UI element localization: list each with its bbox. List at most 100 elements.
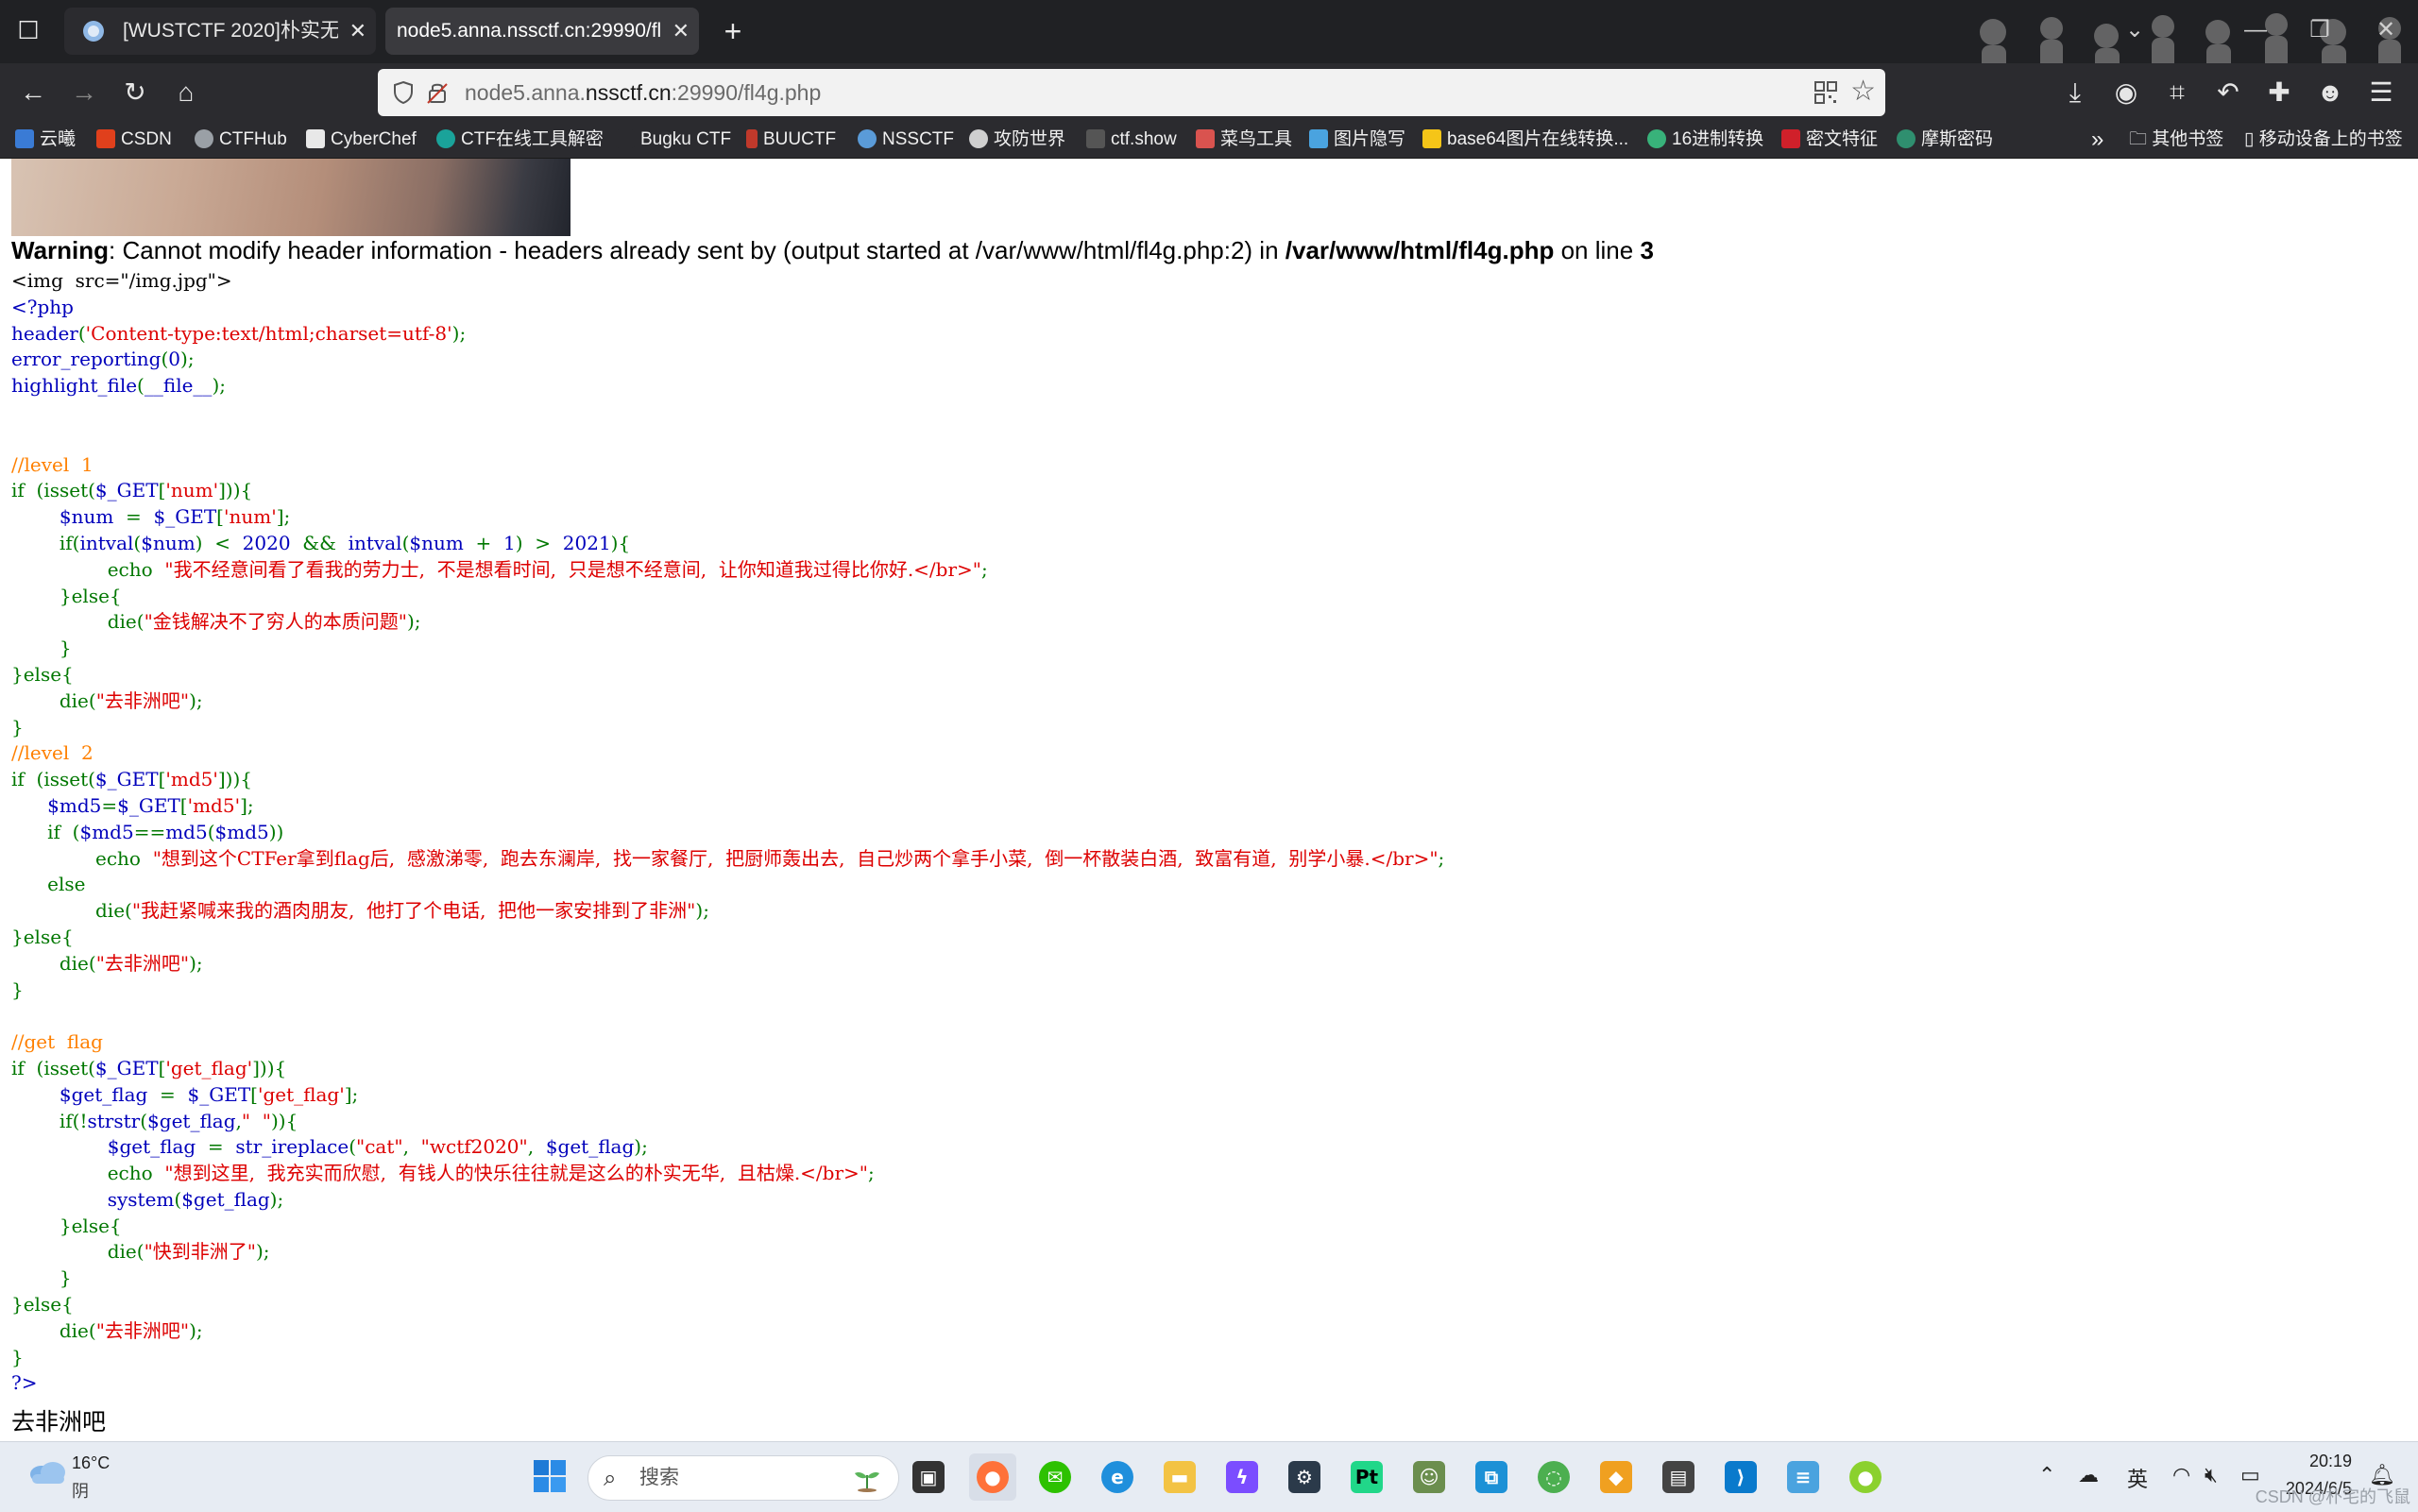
insecure-lock-icon[interactable] [425, 80, 450, 105]
new-tab-button[interactable]: + [714, 13, 752, 51]
restore-icon[interactable]: ❐ [2301, 13, 2339, 47]
gear-icon: ⚙ [1288, 1461, 1320, 1493]
bookmark-yunxi[interactable]: 云曦 [15, 122, 76, 158]
warning-label: Warning [11, 236, 110, 264]
bookmark-runoob[interactable]: 菜鸟工具 [1196, 122, 1292, 158]
wifi-icon[interactable]: ◠ [2172, 1463, 2190, 1487]
bookmark-base64[interactable]: base64图片在线转换... [1422, 122, 1628, 158]
bookmark-label: CSDN [121, 129, 172, 149]
bookmark-csdn[interactable]: CSDN [96, 122, 172, 158]
folder-icon: ▬ [1164, 1461, 1196, 1493]
forward-arrow-icon[interactable]: → [64, 73, 104, 112]
minimize-icon[interactable]: — [2237, 13, 2274, 47]
bookmark-label: CTF在线工具解密 [461, 129, 604, 149]
weather-condition: 阴 [72, 1482, 89, 1501]
bookmark-bugku[interactable]: Bugku CTF [616, 122, 731, 158]
folder-icon: 🗀 [2129, 129, 2153, 149]
bookmark-label: CTFHub [219, 129, 287, 149]
taskbar-edge[interactable]: e [1094, 1453, 1141, 1501]
ctfshow-favicon-icon [1086, 129, 1105, 148]
tab-fl4g[interactable]: node5.anna.nssctf.cn:29990/fl4g.php ✕ [385, 8, 699, 55]
bookmark-hex[interactable]: 16进制转换 [1647, 122, 1763, 158]
taskbar-app-purple[interactable]: ϟ [1218, 1453, 1266, 1501]
vmware-icon: ⧉ [1475, 1461, 1507, 1493]
bookmark-morse[interactable]: 摩斯密码 [1897, 122, 1993, 158]
bookmark-nssctf[interactable]: NSSCTF [858, 122, 954, 158]
taskbar-settings[interactable]: ⚙ [1281, 1453, 1328, 1501]
title-bar: ☐ [WUSTCTF 2020]朴实无华 | NSSCTF ✕ node5.an… [0, 0, 2418, 93]
bookmark-ctf-tools[interactable]: CTF在线工具解密 [436, 122, 604, 158]
taskbar-search[interactable]: ⌕ 搜索 [587, 1455, 899, 1501]
taskbar-app-character[interactable]: ☺ [1405, 1453, 1453, 1501]
onedrive-cloud-icon[interactable]: ☁ [2078, 1463, 2099, 1487]
bookmark-label: 云曦 [40, 129, 77, 149]
page-image [11, 159, 570, 236]
taskbar-app-orange[interactable]: ◆ [1592, 1453, 1640, 1501]
tab-list-icon[interactable]: ☐ [11, 13, 45, 47]
crop-extension-icon[interactable]: ⌗ [2157, 73, 2197, 112]
bookmark-stego[interactable]: 图片隐写 [1309, 122, 1405, 158]
taskbar-notepad[interactable]: ≡ [1779, 1453, 1827, 1501]
close-tab-icon[interactable]: ✕ [349, 8, 366, 55]
ime-indicator[interactable]: 英 [2127, 1463, 2148, 1493]
ctf-tools-favicon-icon [436, 129, 455, 148]
reload-icon[interactable]: ↻ [115, 73, 155, 112]
back-arrow-icon[interactable]: ← [13, 73, 53, 112]
bookmark-ctfshow[interactable]: ctf.show [1086, 122, 1177, 158]
nssctf-favicon-icon [858, 129, 877, 148]
search-icon: ⌕ [604, 1466, 617, 1491]
taskbar-app-window[interactable]: ▤ [1655, 1453, 1702, 1501]
other-bookmarks-label: 其他书签 [2152, 129, 2224, 149]
taskbar-wechat[interactable]: ✉ [1031, 1453, 1079, 1501]
yunxi-favicon-icon [15, 129, 34, 148]
bookmark-ctfhub[interactable]: CTFHub [195, 122, 287, 158]
taskbar-app-green-ring[interactable]: ◌ [1530, 1453, 1577, 1501]
tab-wustctf[interactable]: [WUSTCTF 2020]朴实无华 | NSSCTF ✕ [64, 8, 376, 55]
pycharm-icon: Pt [1351, 1461, 1383, 1493]
volume-muted-icon[interactable]: 🔇︎ [2205, 1463, 2218, 1487]
bookmark-star-icon[interactable]: ☆ [1850, 76, 1876, 107]
vscode-icon: ⟩ [1725, 1461, 1757, 1493]
taskbar-pycharm[interactable]: Pt [1343, 1453, 1390, 1501]
highlighted-source: <img src="/img.jpg"> <?php header('Conte… [11, 269, 1445, 1395]
csdn-watermark: CSDN @朴宅的飞鼠 [2255, 1487, 2410, 1506]
bookmark-cipher[interactable]: 密文特征 [1781, 122, 1878, 158]
undo-extension-icon[interactable]: ↶ [2208, 73, 2248, 112]
bookmark-gongfang[interactable]: 攻防世界 [969, 122, 1065, 158]
bookmark-buuctf[interactable]: BUUCTF [746, 122, 836, 158]
bookmark-label: Bugku CTF [640, 129, 732, 149]
bookmark-label: NSSCTF [882, 129, 954, 149]
other-bookmarks-folder[interactable]: 🗀 其他书签 [2129, 122, 2223, 158]
bookmark-label: 密文特征 [1806, 129, 1879, 149]
taskbar-vmware[interactable]: ⧉ [1468, 1453, 1515, 1501]
taskbar-task-view[interactable]: ▣ [905, 1453, 952, 1501]
bookmark-label: BUUCTF [763, 129, 837, 149]
taskbar-file-explorer[interactable]: ▬ [1156, 1453, 1203, 1501]
profile-avatar-icon[interactable]: ☻ [2310, 73, 2350, 112]
close-window-icon[interactable]: ✕ [2367, 13, 2405, 47]
account-icon[interactable]: ◉ [2106, 73, 2146, 112]
menu-hamburger-icon[interactable]: ☰ [2361, 73, 2401, 112]
warning-text: : Cannot modify header information - hea… [109, 236, 1286, 264]
downloads-icon[interactable]: ⤓ [2055, 73, 2095, 112]
page-content: Warning: Cannot modify header informatio… [0, 159, 2418, 1441]
tray-chevron-icon[interactable]: ⌃ [2038, 1463, 2055, 1487]
taskbar-vscode[interactable]: ⟩ [1717, 1453, 1764, 1501]
green-ring-icon: ◌ [1538, 1461, 1570, 1493]
qr-code-icon[interactable] [1814, 80, 1838, 105]
tab-overflow-chevron-icon[interactable]: ⌄ [2116, 13, 2154, 47]
bugku-favicon-icon [616, 129, 635, 148]
taskbar-firefox[interactable]: ● [969, 1453, 1016, 1501]
task-view-icon: ▣ [912, 1461, 945, 1493]
extensions-puzzle-icon[interactable]: ✚ [2259, 73, 2299, 112]
home-icon[interactable]: ⌂ [166, 73, 206, 112]
address-bar[interactable]: node5.anna.nssctf.cn:29990/fl4g.php ☆ [378, 69, 1885, 116]
bookmarks-overflow-icon[interactable]: » [2091, 122, 2103, 158]
bookmark-cyberchef[interactable]: CyberChef [306, 122, 417, 158]
taskbar-app-green-ball[interactable]: ● [1842, 1453, 1889, 1501]
buuctf-favicon-icon [746, 129, 758, 148]
mobile-bookmarks-folder[interactable]: ▯ 移动设备上的书签 [2244, 122, 2403, 158]
windows-start-icon[interactable] [533, 1459, 567, 1493]
close-tab-icon[interactable]: ✕ [673, 8, 690, 55]
php-warning: Warning: Cannot modify header informatio… [11, 234, 1654, 266]
